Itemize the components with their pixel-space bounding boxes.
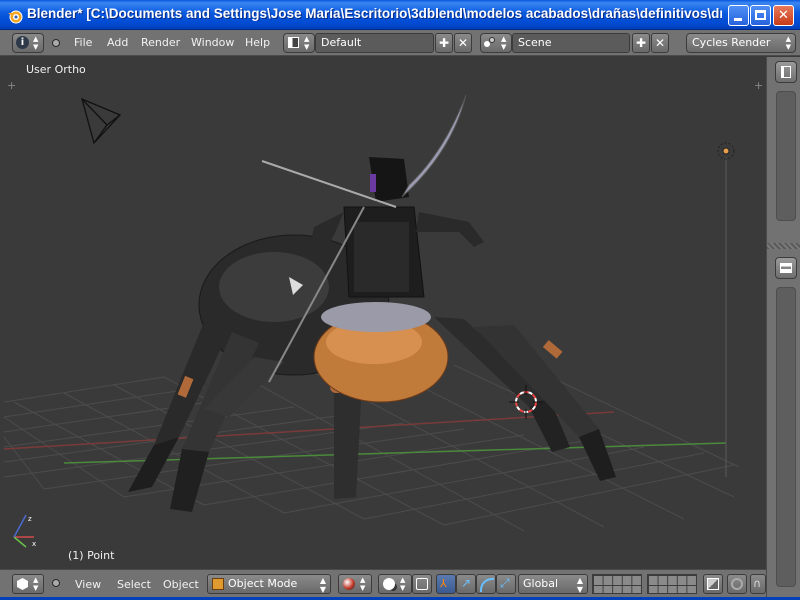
viewport-shading-button[interactable]: ▲ ▼ bbox=[338, 574, 372, 594]
pivot-point-button[interactable]: ▲ ▼ bbox=[378, 574, 412, 594]
translate-manipulator-button[interactable]: ↗ bbox=[456, 574, 476, 594]
menu-window[interactable]: Window bbox=[191, 36, 234, 49]
layout-icon bbox=[288, 37, 299, 48]
active-object-label: (1) Point bbox=[68, 549, 115, 562]
screen-layout-browse-button[interactable]: ▲ ▼ bbox=[283, 33, 315, 53]
menu-file[interactable]: File bbox=[74, 36, 92, 49]
x-axis-line bbox=[4, 411, 615, 450]
layers-group-2[interactable] bbox=[647, 574, 697, 594]
updown-arrows-icon: ▲ ▼ bbox=[33, 576, 39, 592]
title-bar[interactable]: Blender* [C:\Documents and Settings\Jose… bbox=[0, 0, 800, 30]
axis-gizmo: z x bbox=[13, 514, 36, 548]
outliner-scroll-area[interactable] bbox=[776, 91, 796, 221]
manipulator-center-icon bbox=[416, 578, 428, 590]
transform-orientation-select[interactable]: Global ▲ ▼ bbox=[518, 574, 588, 594]
rotate-arc-icon bbox=[480, 578, 494, 592]
scene-browse-button[interactable]: ▲ ▼ bbox=[480, 33, 512, 53]
blender-window: Blender* [C:\Documents and Settings\Jose… bbox=[0, 0, 800, 600]
svg-text:x: x bbox=[32, 540, 36, 548]
close-button[interactable]: ✕ bbox=[773, 5, 794, 26]
updown-arrows-icon: ▲ ▼ bbox=[400, 576, 406, 592]
maximize-button[interactable] bbox=[750, 5, 771, 26]
cube-view-icon bbox=[17, 578, 28, 590]
orientation-label: Global bbox=[523, 577, 559, 590]
scale-icon: ⤢ bbox=[500, 576, 510, 590]
3d-view-header: ▲ ▼ View Select Object Object Mode ▲ ▼ ▲ ▼ … bbox=[0, 569, 766, 597]
updown-arrows-icon: ▲ ▼ bbox=[304, 35, 310, 51]
layers-group-1[interactable] bbox=[592, 574, 642, 594]
remove-screen-button[interactable]: ✕ bbox=[454, 33, 472, 53]
manipulator-icon: ⅄ bbox=[440, 577, 447, 590]
editor-type-button[interactable]: i ▲ ▼ bbox=[12, 33, 44, 53]
blender-logo-icon bbox=[8, 10, 23, 24]
minimize-button[interactable] bbox=[728, 5, 749, 26]
view-name-label: User Ortho bbox=[26, 63, 86, 76]
interaction-mode-select[interactable]: Object Mode ▲ ▼ bbox=[207, 574, 331, 594]
collapse-menu-dot[interactable] bbox=[52, 39, 60, 47]
layer-lock-icon bbox=[707, 578, 719, 590]
menu-select[interactable]: Select bbox=[117, 578, 151, 591]
3d-viewport[interactable]: z x + + User Ortho (1) Point bbox=[4, 57, 766, 568]
3d-view-editor-type-button[interactable]: ▲ ▼ bbox=[12, 574, 44, 594]
updown-arrows-icon: ▲ ▼ bbox=[319, 576, 326, 594]
toolbar-region-plus-icon[interactable]: + bbox=[7, 79, 16, 92]
scene-icon bbox=[484, 37, 496, 49]
snap-magnet-icon: ∩ bbox=[753, 577, 762, 590]
translate-arrow-icon: ↗ bbox=[461, 576, 472, 590]
add-scene-button[interactable]: ✚ bbox=[632, 33, 650, 53]
remove-scene-button[interactable]: ✕ bbox=[651, 33, 669, 53]
updown-arrows-icon: ▲ ▼ bbox=[501, 35, 507, 51]
svg-text:z: z bbox=[28, 515, 32, 523]
outliner-icon bbox=[781, 66, 791, 78]
updown-arrows-icon: ▲ ▼ bbox=[33, 35, 39, 51]
lamp-object[interactable] bbox=[717, 142, 735, 160]
shading-sphere-icon bbox=[343, 578, 355, 590]
plus-icon: ✚ bbox=[635, 36, 647, 50]
info-icon: i bbox=[16, 36, 29, 49]
x-icon: ✕ bbox=[457, 36, 469, 50]
mode-label: Object Mode bbox=[228, 577, 298, 590]
viewport-canvas[interactable]: z x + + bbox=[4, 57, 766, 568]
area-splitter[interactable] bbox=[767, 243, 800, 249]
manipulator-center-button[interactable] bbox=[412, 574, 432, 594]
window-title: Blender* [C:\Documents and Settings\Jose… bbox=[27, 6, 722, 21]
plus-icon: ✚ bbox=[438, 36, 450, 50]
close-icon: ✕ bbox=[778, 8, 789, 23]
render-engine-select[interactable]: Cycles Render ▲ ▼ bbox=[686, 33, 796, 53]
rotate-manipulator-button[interactable] bbox=[476, 574, 496, 594]
properties-region-plus-icon[interactable]: + bbox=[754, 79, 763, 92]
camera-object[interactable] bbox=[81, 97, 122, 145]
pivot-icon bbox=[383, 578, 395, 590]
lock-scene-layers-button[interactable] bbox=[703, 574, 723, 594]
right-editor-strip bbox=[766, 57, 800, 597]
add-screen-button[interactable]: ✚ bbox=[435, 33, 453, 53]
x-icon: ✕ bbox=[654, 36, 666, 50]
screen-layout-field[interactable]: Default bbox=[315, 33, 434, 53]
spider-centaur-model[interactable] bbox=[128, 94, 616, 512]
info-header: i ▲ ▼ File Add Render Window Help ▲ ▼ Defa… bbox=[0, 30, 800, 56]
scene-field[interactable]: Scene bbox=[512, 33, 630, 53]
collapse-menu-dot[interactable] bbox=[52, 579, 60, 587]
properties-scroll-area[interactable] bbox=[776, 287, 796, 587]
menu-object[interactable]: Object bbox=[163, 578, 199, 591]
menu-add[interactable]: Add bbox=[107, 36, 128, 49]
scale-manipulator-button[interactable]: ⤢ bbox=[496, 574, 516, 594]
minimize-icon bbox=[734, 18, 742, 21]
transform-manipulator-toggle[interactable]: ⅄ bbox=[436, 574, 456, 594]
properties-editor-button[interactable] bbox=[775, 257, 797, 279]
updown-arrows-icon: ▲ ▼ bbox=[785, 35, 791, 51]
properties-icon bbox=[780, 263, 792, 273]
updown-arrows-icon: ▲ ▼ bbox=[576, 576, 583, 594]
maximize-icon bbox=[755, 10, 766, 20]
menu-help[interactable]: Help bbox=[245, 36, 270, 49]
snap-toggle-button[interactable]: ∩ bbox=[750, 574, 766, 594]
render-engine-label: Cycles Render bbox=[692, 36, 771, 49]
updown-arrows-icon: ▲ ▼ bbox=[360, 576, 366, 592]
outliner-editor-button[interactable] bbox=[775, 61, 797, 83]
object-mode-icon bbox=[212, 578, 224, 590]
proportional-icon bbox=[731, 578, 743, 590]
menu-render[interactable]: Render bbox=[141, 36, 180, 49]
menu-view[interactable]: View bbox=[75, 578, 101, 591]
proportional-editing-button[interactable] bbox=[727, 574, 747, 594]
